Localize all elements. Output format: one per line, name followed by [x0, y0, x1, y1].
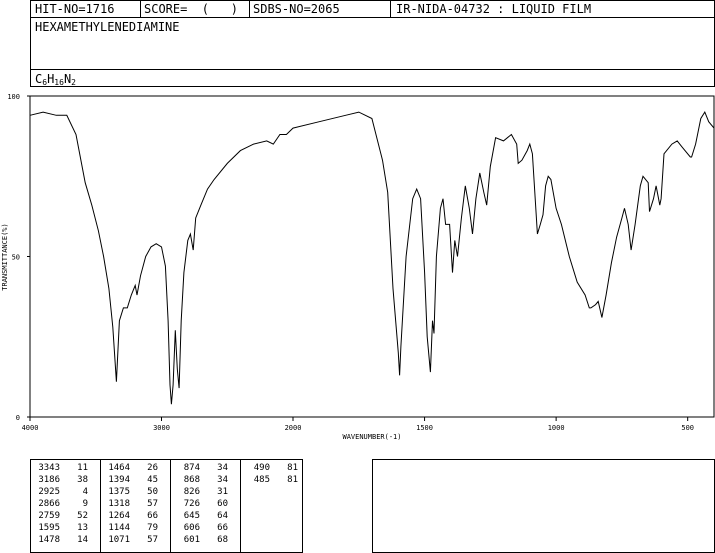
peak-wavenumber: 1318 [108, 499, 130, 509]
peak-wavenumber: 1478 [38, 535, 60, 545]
peak-table-divider [240, 459, 241, 553]
x-tick-label: 1000 [548, 424, 565, 432]
peak-transmittance: 57 [147, 499, 158, 509]
peak-wavenumber: 2925 [38, 487, 60, 497]
peak-wavenumber: 490 [253, 463, 270, 473]
peak-transmittance: 52 [77, 511, 88, 521]
peak-wavenumber: 606 [183, 523, 200, 533]
peak-transmittance: 81 [287, 463, 298, 473]
peak-wavenumber: 1144 [108, 523, 130, 533]
spectrum-line [29, 111, 715, 405]
peak-transmittance: 66 [147, 511, 158, 521]
peak-transmittance: 34 [217, 463, 228, 473]
peak-wavenumber: 826 [183, 487, 200, 497]
y-tick-label: 0 [16, 414, 20, 422]
peak-wavenumber: 3343 [38, 463, 60, 473]
peak-transmittance: 26 [147, 463, 158, 473]
peak-transmittance: 4 [82, 487, 88, 497]
peak-wavenumber: 485 [253, 475, 270, 485]
peak-transmittance: 50 [147, 487, 158, 497]
peak-wavenumber: 1375 [108, 487, 130, 497]
x-tick-label: 500 [681, 424, 694, 432]
x-tick-label: 1500 [416, 424, 433, 432]
peak-transmittance: 66 [217, 523, 228, 533]
peak-transmittance: 64 [217, 511, 228, 521]
peak-wavenumber: 2866 [38, 499, 60, 509]
y-tick-label: 50 [12, 254, 20, 262]
y-axis-ticks: 0 50 100 [7, 93, 30, 422]
peak-transmittance: 38 [77, 475, 88, 485]
peak-wavenumber: 874 [183, 463, 200, 473]
x-tick-label: 3000 [153, 424, 170, 432]
peak-transmittance: 81 [287, 475, 298, 485]
peak-transmittance: 79 [147, 523, 158, 533]
x-tick-label: 4000 [22, 424, 39, 432]
peak-transmittance: 13 [77, 523, 88, 533]
peak-wavenumber: 1595 [38, 523, 60, 533]
peak-wavenumber: 726 [183, 499, 200, 509]
plot-frame [29, 95, 715, 418]
peak-wavenumber: 645 [183, 511, 200, 521]
peak-transmittance: 11 [77, 463, 88, 473]
peak-transmittance: 14 [77, 535, 88, 545]
peak-wavenumber: 1394 [108, 475, 130, 485]
ir-spectrum-chart: 0 50 100 4000 3000 2000 1500 1000 500 TRANSMITT… [1, 93, 715, 441]
peak-wavenumber: 601 [183, 535, 200, 545]
peak-transmittance: 57 [147, 535, 158, 545]
peak-transmittance: 34 [217, 475, 228, 485]
structure-panel [372, 459, 715, 553]
peak-transmittance: 9 [82, 499, 88, 509]
peak-wavenumber: 868 [183, 475, 200, 485]
peak-wavenumber: 3186 [38, 475, 60, 485]
peak-transmittance: 45 [147, 475, 158, 485]
peak-wavenumber: 1264 [108, 511, 130, 521]
peak-transmittance: 68 [217, 535, 228, 545]
peak-transmittance: 60 [217, 499, 228, 509]
x-axis-ticks: 4000 3000 2000 1500 1000 500 [22, 417, 694, 432]
y-axis-label: TRANSMITTANCE(%) [1, 223, 9, 290]
x-tick-label: 2000 [285, 424, 302, 432]
y-tick-label: 100 [7, 93, 20, 101]
peak-wavenumber: 2759 [38, 511, 60, 521]
x-axis-label: WAVENUMBER(-1) [342, 433, 401, 441]
peak-wavenumber: 1464 [108, 463, 130, 473]
peak-wavenumber: 1071 [108, 535, 130, 545]
peak-transmittance: 31 [217, 487, 228, 497]
